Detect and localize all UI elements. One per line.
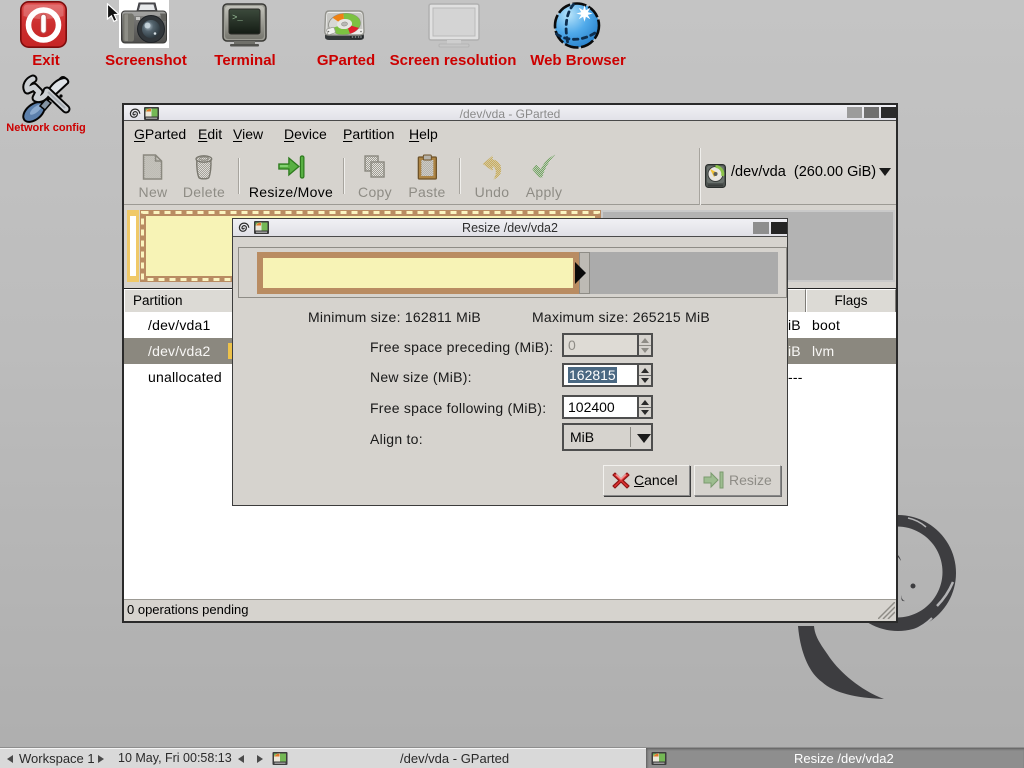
svg-text:>_: >_ — [232, 13, 243, 23]
